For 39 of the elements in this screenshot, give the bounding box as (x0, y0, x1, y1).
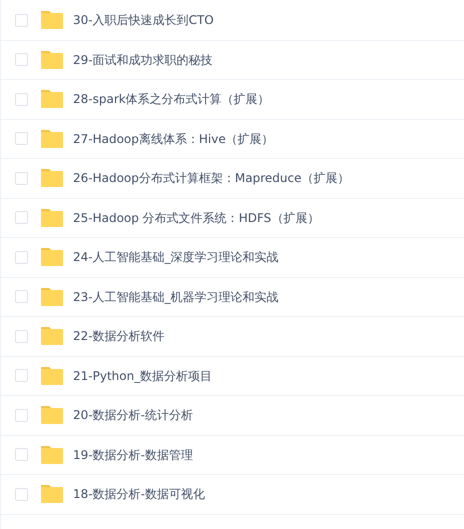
folder-icon (40, 326, 64, 346)
folder-name[interactable]: 26-Hadoop分布式计算框架：Mapreduce（扩展） (73, 169, 350, 188)
folder-name[interactable]: 23-人工智能基础_机器学习理论和实战 (73, 288, 279, 306)
folder-icon (40, 247, 64, 268)
folder-name[interactable]: 19-数据分析-数据管理 (73, 446, 193, 464)
folder-icon (40, 89, 64, 110)
folder-name[interactable]: 25-Hadoop 分布式文件系统：HDFS（扩展） (73, 208, 320, 227)
folder-icon (40, 366, 64, 386)
checkbox[interactable] (15, 408, 28, 422)
folder-icon (40, 286, 64, 307)
checkbox[interactable] (15, 330, 28, 343)
folder-name[interactable]: 22-数据分析软件 (73, 327, 165, 346)
checkbox[interactable] (15, 53, 28, 66)
folder-name[interactable]: 24-人工智能基础_深度学习理论和实战 (73, 248, 279, 266)
folder-name[interactable]: 18-数据分析-数据可视化 (73, 485, 205, 504)
folder-name[interactable]: 28-spark体系之分布式计算（扩展） (73, 90, 270, 108)
folder-icon (40, 50, 64, 70)
checkbox[interactable] (15, 448, 28, 462)
folder-name[interactable]: 20-数据分析-统计分析 (73, 406, 193, 424)
checkbox[interactable] (15, 132, 28, 146)
folder-name[interactable]: 29-面试和成功求职的秘技 (73, 50, 213, 69)
folder-icon (40, 405, 64, 426)
folder-icon (40, 208, 64, 228)
checkbox[interactable] (15, 488, 28, 501)
checkbox[interactable] (15, 172, 28, 185)
checkbox[interactable] (15, 211, 28, 224)
checkbox[interactable] (15, 92, 28, 106)
folder-icon (40, 444, 64, 465)
checkbox[interactable] (15, 14, 28, 27)
folder-name[interactable]: 30-入职后快速成长到CTO (73, 11, 214, 30)
checkbox[interactable] (15, 369, 28, 382)
folder-icon (40, 484, 64, 504)
folder-icon (40, 10, 64, 30)
folder-icon (40, 128, 64, 149)
folder-icon (40, 168, 64, 188)
checkbox[interactable] (15, 290, 28, 304)
folder-name[interactable]: 21-Python_数据分析项目 (73, 366, 212, 385)
checkbox[interactable] (15, 250, 28, 264)
folder-name[interactable]: 27-Hadoop离线体系：Hive（扩展） (73, 130, 274, 148)
